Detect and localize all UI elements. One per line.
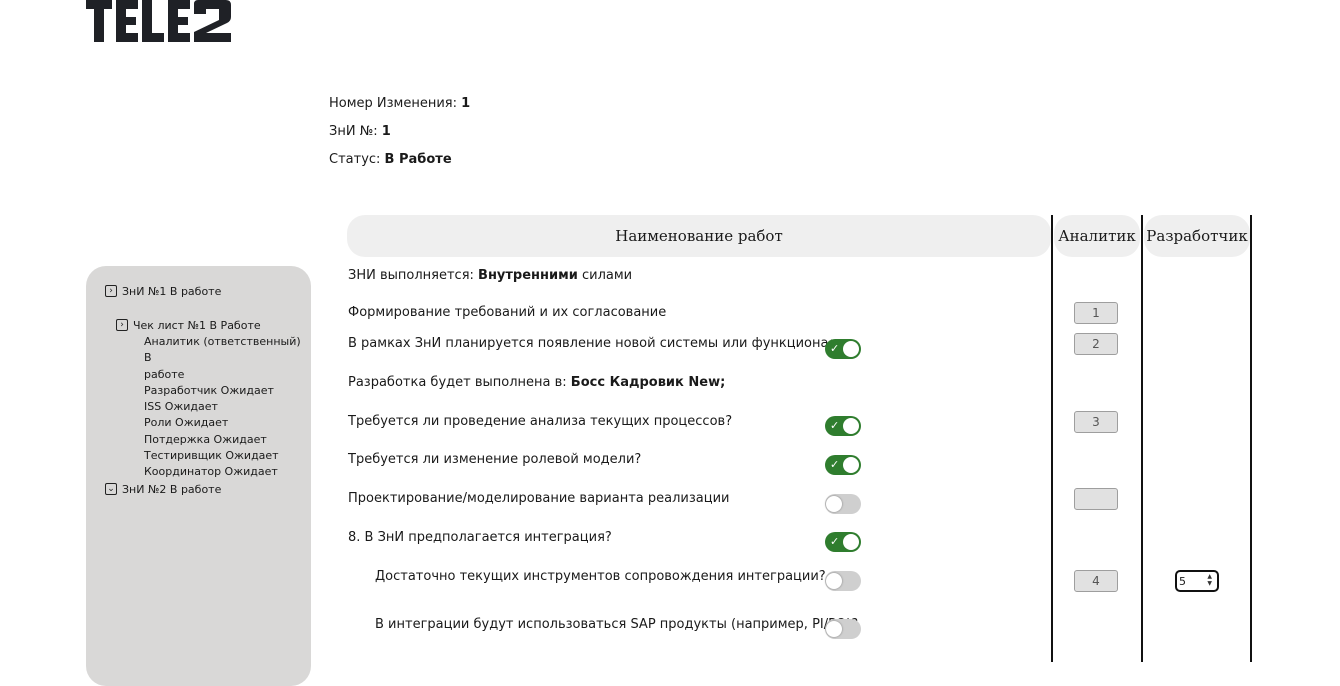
developer-number-input[interactable]: 5 ▲ ▼ — [1175, 570, 1219, 592]
change-number-value: 1 — [461, 96, 471, 111]
checklist-item[interactable]: Потдержка Ожидает — [144, 432, 304, 448]
checklist-item[interactable]: Координатор Ожидает — [144, 464, 304, 480]
check-icon: ✓ — [830, 458, 840, 471]
column-header-developer: Разработчик — [1144, 215, 1250, 257]
check-icon: ✓ — [830, 342, 840, 355]
toggle-switch[interactable] — [825, 619, 861, 639]
row-value: Босс Кадровик New; — [570, 375, 726, 390]
toggle-switch[interactable]: ✓ — [825, 455, 861, 475]
chevron-down-icon[interactable]: ⌄ — [105, 483, 117, 495]
status-value: В Работе — [384, 152, 452, 167]
column-header-name: Наименование работ — [347, 215, 1051, 257]
row-execution: ЗНИ выполняется: Внутренними силами — [348, 268, 632, 283]
toggle-knob — [826, 496, 842, 512]
zni-number: ЗнИ №: 1 — [329, 124, 391, 139]
checklist-item[interactable]: Разработчик Ожидает — [144, 383, 304, 399]
row-label: 8. В ЗнИ предполагается интеграция? — [348, 530, 612, 545]
row-label: В рамках ЗнИ планируется появление новой… — [348, 336, 845, 351]
tele2-logo — [86, 0, 232, 42]
checklist-items: Аналитик (ответственный) В работе Разраб… — [144, 334, 304, 481]
row-label: Разработка будет выполнена в: — [348, 375, 571, 390]
toggle-knob — [843, 341, 859, 357]
tree-node-label: Чек лист №1 В Работе — [133, 319, 261, 332]
row-label: ЗНИ выполняется: — [348, 268, 479, 283]
row-label-suffix: силами — [577, 268, 633, 283]
spinner-arrows-icon[interactable]: ▲ ▼ — [1207, 573, 1212, 587]
checklist-item[interactable]: Тестиривщик Ожидает — [144, 448, 304, 464]
toggle-switch[interactable] — [825, 494, 861, 514]
row-label: В интеграции будут использоваться SAP пр… — [375, 617, 859, 632]
check-icon: ✓ — [830, 419, 840, 432]
toggle-switch[interactable]: ✓ — [825, 532, 861, 552]
toggle-knob — [843, 457, 859, 473]
toggle-switch[interactable]: ✓ — [825, 339, 861, 359]
change-number-label: Номер Изменения: — [329, 96, 462, 111]
tree-node-checklist-1[interactable]: › Чек лист №1 В Работе — [116, 318, 261, 334]
toggle-switch[interactable] — [825, 571, 861, 591]
checklist-item[interactable]: ISS Ожидает — [144, 399, 304, 415]
checklist-item[interactable]: Аналитик (ответственный) В — [144, 334, 304, 367]
row-label: Требуется ли изменение ролевой модели? — [348, 452, 642, 467]
column-divider — [1250, 215, 1252, 662]
toggle-knob — [826, 573, 842, 589]
check-icon: ✓ — [830, 535, 840, 548]
column-divider — [1051, 215, 1053, 662]
tree-node-zni-2[interactable]: ⌄ ЗнИ №2 В работе — [105, 482, 221, 498]
toggle-switch[interactable]: ✓ — [825, 416, 861, 436]
tree-node-zni-1[interactable]: › ЗнИ №1 В работе — [105, 284, 221, 300]
zni-label: ЗнИ №: — [329, 124, 382, 139]
row-label: Требуется ли проведение анализа текущих … — [348, 414, 733, 429]
analyst-step-number: 2 — [1074, 333, 1118, 355]
chevron-right-icon[interactable]: › — [105, 285, 117, 297]
column-header-analyst: Аналитик — [1054, 215, 1140, 257]
toggle-knob — [843, 418, 859, 434]
checklist-item[interactable]: работе — [144, 367, 304, 383]
toggle-knob — [843, 534, 859, 550]
status: Статус: В Работе — [329, 152, 452, 167]
row-value: Внутренними — [478, 268, 578, 283]
row-label: Достаточно текущих инструментов сопровож… — [375, 569, 826, 584]
analyst-step-number: 1 — [1074, 302, 1118, 324]
analyst-step-number — [1074, 488, 1118, 510]
analyst-step-number: 3 — [1074, 411, 1118, 433]
developer-number-value: 5 — [1179, 575, 1186, 588]
row-label: Формирование требований и их согласовани… — [348, 305, 667, 320]
toggle-knob — [826, 621, 842, 637]
row-label: Проектирование/моделирование варианта ре… — [348, 491, 730, 506]
checklist-item[interactable]: Роли Ожидает — [144, 415, 304, 431]
change-number: Номер Изменения: 1 — [329, 96, 470, 111]
status-label: Статус: — [329, 152, 385, 167]
analyst-step-number: 4 — [1074, 570, 1118, 592]
tree-node-label: ЗнИ №2 В работе — [122, 483, 222, 496]
sidebar-tree: › ЗнИ №1 В работе › Чек лист №1 В Работе… — [86, 266, 311, 686]
chevron-right-icon[interactable]: › — [116, 319, 128, 331]
tree-node-label: ЗнИ №1 В работе — [122, 285, 222, 298]
column-divider — [1141, 215, 1143, 662]
zni-value: 1 — [381, 124, 391, 139]
row-development-system: Разработка будет выполнена в: Босс Кадро… — [348, 375, 725, 390]
